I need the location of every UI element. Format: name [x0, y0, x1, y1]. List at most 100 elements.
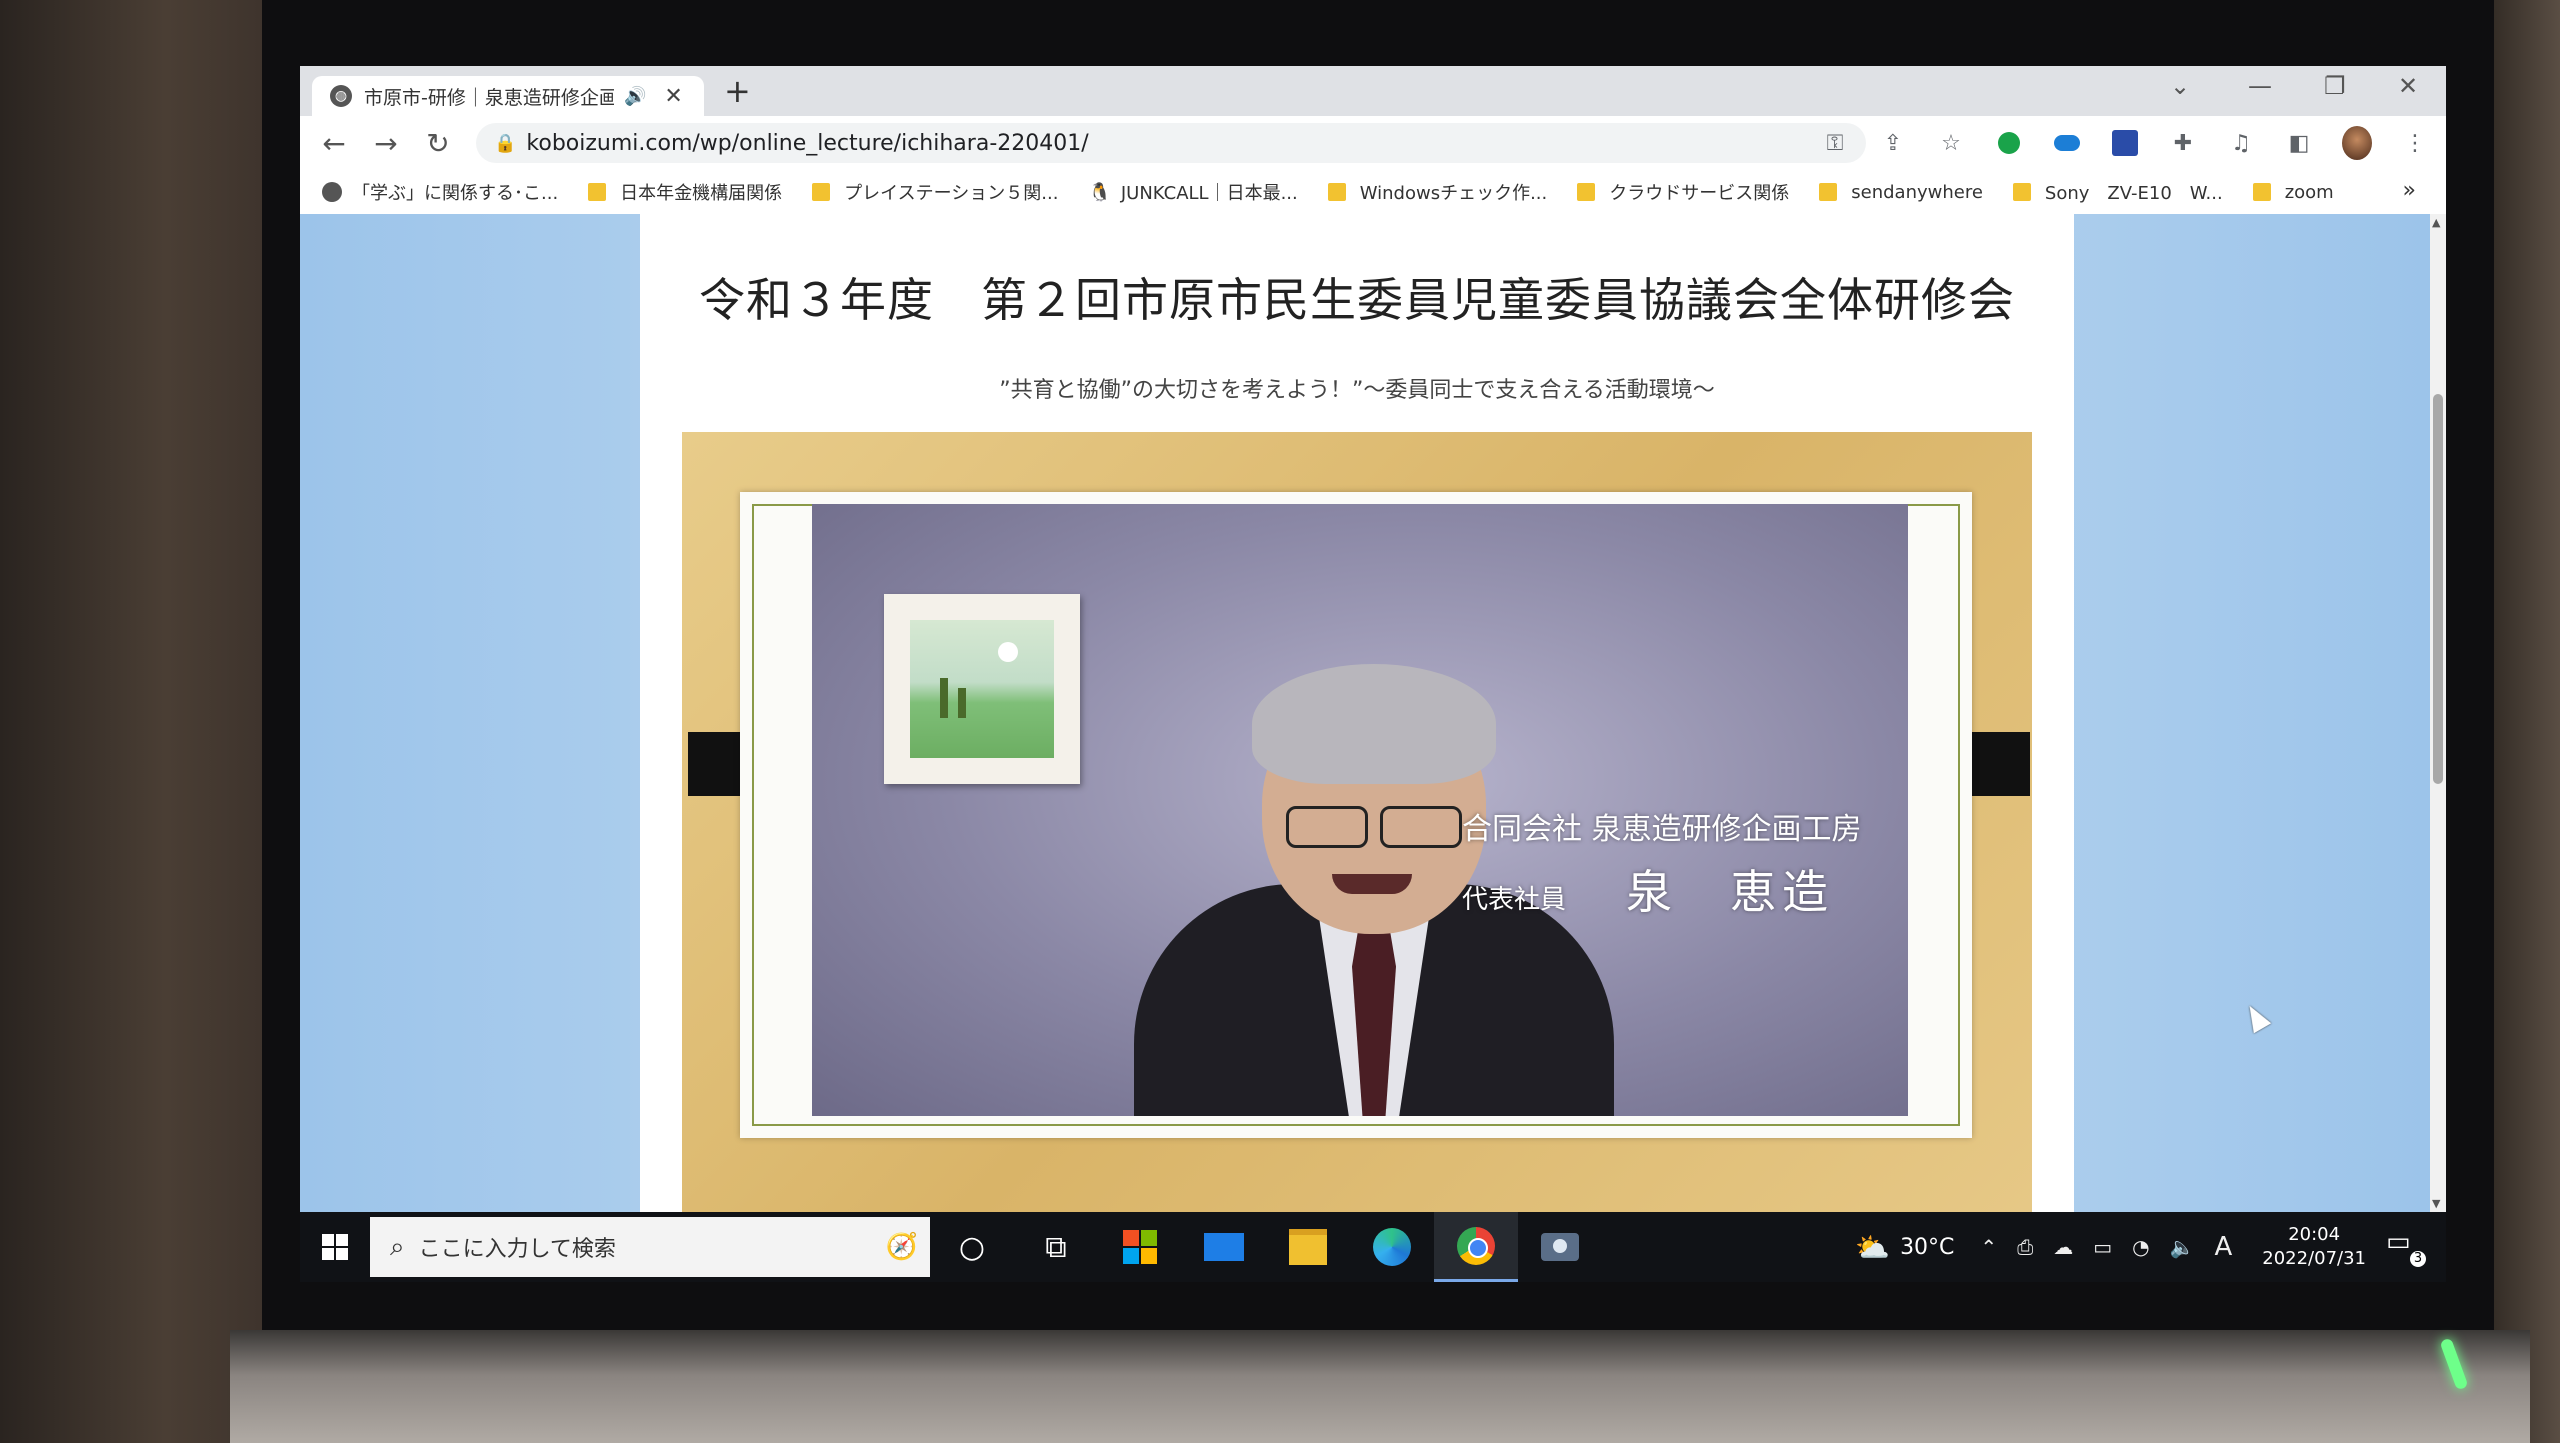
scroll-thumb[interactable]: [2433, 394, 2443, 784]
battery-icon[interactable]: ▭: [2093, 1235, 2112, 1259]
bookmark-item[interactable]: Sony ZV-E10 W...: [2012, 179, 2223, 205]
extension-green-icon[interactable]: [1994, 128, 2024, 158]
weather-widget[interactable]: ⛅ 30°C: [1855, 1231, 1954, 1264]
tab-title: 市原市-研修｜泉恵造研修企画: [364, 86, 614, 109]
notification-count: 3: [2410, 1251, 2426, 1267]
globe-icon: ◍: [330, 85, 352, 107]
volume-icon[interactable]: 🔈: [2170, 1235, 2195, 1259]
puzzle-icon[interactable]: ✚: [2168, 128, 2198, 158]
address-bar[interactable]: 🔒 koboizumi.com/wp/online_lecture/ichiha…: [476, 123, 1866, 163]
share-icon[interactable]: ⇪: [1878, 128, 1908, 158]
store-app-icon[interactable]: [1098, 1212, 1182, 1282]
video-board: 合同会社 泉恵造研修企画工房 代表社員 泉 恵造: [682, 432, 2032, 1212]
palm-shape: [940, 678, 948, 718]
bookmark-item[interactable]: 日本年金機構届関係: [588, 179, 782, 205]
search-placeholder: ここに入力して検索: [418, 1237, 616, 1262]
presenter-smile: [1332, 874, 1412, 894]
forward-icon[interactable]: →: [360, 127, 412, 160]
presenter-glasses: [1286, 806, 1462, 848]
bookmark-label: Sony ZV-E10 W...: [2044, 183, 2223, 204]
video-mat: 合同会社 泉恵造研修企画工房 代表社員 泉 恵造: [740, 492, 1972, 1138]
bookmark-item[interactable]: Windowsチェック作...: [1327, 179, 1547, 205]
video-player[interactable]: 合同会社 泉恵造研修企画工房 代表社員 泉 恵造: [812, 504, 1908, 1116]
folder-icon: [588, 183, 607, 201]
tab-strip: ◍ 市原市-研修｜泉恵造研修企画 🔊 ✕ + ⌄ — ❐ ✕: [300, 66, 2446, 116]
back-icon[interactable]: ←: [308, 127, 360, 160]
onedrive-icon[interactable]: ☁: [2053, 1235, 2073, 1259]
palm-shape: [958, 688, 966, 718]
caption-role: 代表社員: [1462, 885, 1567, 915]
clock-date: 2022/07/31: [2262, 1248, 2366, 1269]
speaker-icon[interactable]: 🔊: [624, 86, 646, 107]
mail-app-icon[interactable]: [1182, 1212, 1266, 1282]
side-panel-icon[interactable]: ◧: [2284, 128, 2314, 158]
camera-app-icon[interactable]: [1518, 1212, 1602, 1282]
caption-name: 泉 恵造: [1626, 865, 1835, 919]
bookmark-label: 「学ぶ」に関係する･こ...: [352, 183, 559, 204]
weather-icon: ⛅: [1855, 1230, 1891, 1264]
folder-icon: [2252, 183, 2271, 201]
scroll-up-icon[interactable]: ▲: [2432, 216, 2440, 229]
extension-blue-icon[interactable]: [2110, 128, 2140, 158]
tab-search-icon[interactable]: ⌄: [2170, 72, 2190, 100]
bookmark-label: sendanywhere: [1851, 181, 1983, 203]
media-queue-icon[interactable]: ♫: [2226, 128, 2256, 158]
presenter-hair: [1252, 664, 1496, 784]
star-icon[interactable]: ☆: [1936, 128, 1966, 158]
bookmarks-overflow-icon[interactable]: »: [2403, 178, 2416, 203]
task-view-icon[interactable]: ⧉: [1014, 1212, 1098, 1282]
tray-overflow-icon[interactable]: ⌃: [1980, 1235, 1997, 1259]
bookmark-item[interactable]: zoom: [2252, 181, 2334, 203]
edge-app-icon[interactable]: [1350, 1212, 1434, 1282]
bookmark-label: JUNKCALL｜日本最...: [1120, 183, 1298, 204]
browser-tab[interactable]: ◍ 市原市-研修｜泉恵造研修企画 🔊 ✕: [312, 76, 704, 116]
restore-button[interactable]: ❐: [2324, 72, 2346, 100]
close-tab-icon[interactable]: ✕: [664, 84, 682, 109]
taskbar: ⌕ ここに入力して検索 🧭 ○ ⧉ ⛅ 30°C ⌃ ⎙ ☁ ▭ ◔ 🔈 A 2…: [300, 1212, 2446, 1282]
url-text: koboizumi.com/wp/online_lecture/ichihara…: [526, 130, 1089, 156]
folder-icon: [1819, 183, 1838, 201]
minimize-button[interactable]: —: [2248, 72, 2272, 100]
wifi-icon[interactable]: ◔: [2132, 1235, 2149, 1259]
screen: ◍ 市原市-研修｜泉恵造研修企画 🔊 ✕ + ⌄ — ❐ ✕ ← → ↻ 🔒 k…: [300, 66, 2446, 1282]
bookmark-item[interactable]: プレイステーション５関...: [812, 179, 1058, 205]
taskbar-search[interactable]: ⌕ ここに入力して検索 🧭: [370, 1217, 930, 1277]
bookmark-item[interactable]: sendanywhere: [1819, 182, 1983, 203]
bookmark-item[interactable]: 🐧 JUNKCALL｜日本最...: [1088, 179, 1297, 205]
video-caption: 合同会社 泉恵造研修企画工房 代表社員 泉 恵造: [1462, 804, 1862, 922]
folder-icon: [1327, 183, 1346, 201]
bookmark-item[interactable]: クラウドサービス関係: [1577, 179, 1789, 205]
menu-icon[interactable]: ⋮: [2400, 128, 2430, 158]
clock[interactable]: 20:04 2022/07/31: [2262, 1223, 2366, 1271]
ime-indicator[interactable]: A: [2214, 1232, 2232, 1262]
bird-icon: 🐧: [1088, 181, 1111, 203]
caption-company: 合同会社 泉恵造研修企画工房: [1462, 812, 1862, 847]
laptop-base: [230, 1330, 2530, 1443]
folder-icon: [812, 183, 831, 201]
page-scrollbar[interactable]: ▲ ▼: [2430, 214, 2446, 1212]
toolbar-actions: ⚿ ⇪ ☆ ✚ ♫ ◧ ⋮: [1820, 116, 2430, 170]
browser-toolbar: ← → ↻ 🔒 koboizumi.com/wp/online_lecture/…: [300, 116, 2446, 170]
painting-art: [910, 620, 1054, 758]
chrome-app-icon[interactable]: [1434, 1212, 1518, 1282]
close-window-button[interactable]: ✕: [2398, 72, 2418, 100]
profile-avatar[interactable]: [2342, 126, 2372, 160]
search-icon: ⌕: [390, 1231, 405, 1262]
meet-icon[interactable]: ⎙: [2017, 1235, 2033, 1259]
new-tab-button[interactable]: +: [724, 72, 751, 110]
file-explorer-icon[interactable]: [1266, 1212, 1350, 1282]
globe-icon: [322, 182, 342, 202]
scroll-down-icon[interactable]: ▼: [2432, 1197, 2440, 1210]
reload-icon[interactable]: ↻: [412, 127, 464, 160]
bookmark-item[interactable]: 「学ぶ」に関係する･こ...: [322, 179, 558, 205]
search-highlight-icon: 🧭: [885, 1232, 918, 1262]
moon-shape: [998, 642, 1018, 662]
bookmark-label: zoom: [2284, 181, 2334, 203]
clock-time: 20:04: [2288, 1224, 2341, 1245]
notification-button[interactable]: ▭ 3: [2386, 1227, 2426, 1267]
cloud-icon[interactable]: [2052, 128, 2082, 158]
cortana-icon[interactable]: ○: [930, 1212, 1014, 1282]
key-icon[interactable]: ⚿: [1820, 128, 1850, 158]
bookmark-label: 日本年金機構届関係: [620, 183, 783, 204]
start-button[interactable]: [300, 1234, 370, 1260]
